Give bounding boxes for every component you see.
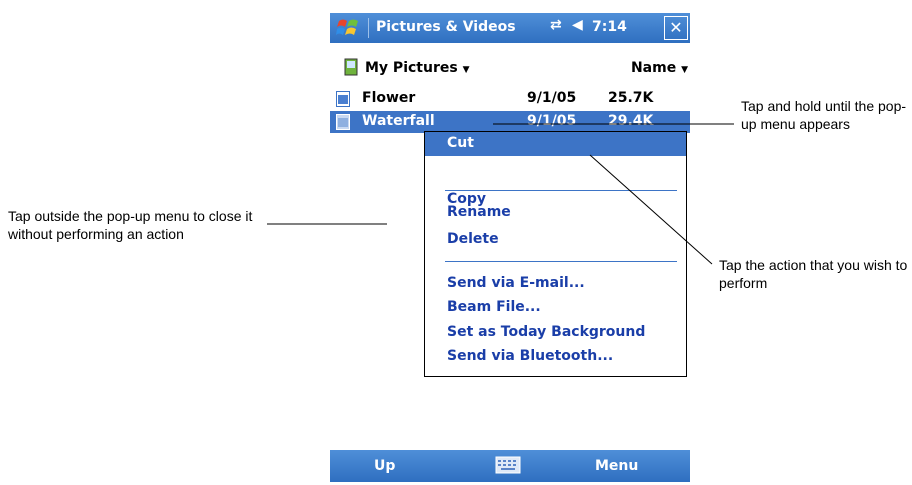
menu-item-set-today-background[interactable]: Set as Today Background <box>425 321 686 345</box>
menu-item-label: Send via Bluetooth... <box>447 348 614 364</box>
file-size: 29.4K <box>608 113 654 129</box>
file-name: Flower <box>362 90 416 106</box>
menu-item-label: Delete <box>447 231 499 247</box>
callout-tap-action: Tap the action that you wish to perform <box>719 257 908 291</box>
menu-separator <box>445 261 677 262</box>
close-button[interactable]: ✕ <box>664 16 688 40</box>
app-title: Pictures & Videos <box>376 19 516 35</box>
menu-item-send-email[interactable]: Send via E-mail... <box>425 272 686 296</box>
up-softkey[interactable]: Up <box>374 458 395 474</box>
folder-name: My Pictures <box>365 60 458 76</box>
file-name: Waterfall <box>362 113 435 129</box>
keyboard-icon[interactable] <box>495 456 521 474</box>
file-size: 25.7K <box>608 90 654 106</box>
menu-separator <box>445 190 677 191</box>
menu-item-cut[interactable]: Cut <box>425 132 686 156</box>
menu-item-delete[interactable]: Delete <box>425 228 686 252</box>
menu-item-label: Send via E-mail... <box>447 275 585 291</box>
title-separator <box>368 18 369 38</box>
image-file-icon <box>336 114 350 130</box>
file-date: 9/1/05 <box>527 113 577 129</box>
menu-item-label: Beam File... <box>447 299 541 315</box>
pocket-pc-screen: Pictures & Videos ⇄ ◀ 7:14 ✕ My Pictures… <box>330 0 690 485</box>
context-menu: Cut Copy Rename Delete Send via E-mail..… <box>424 131 687 377</box>
chevron-down-icon: ▼ <box>681 65 688 75</box>
menu-item-label: Cut <box>447 135 474 151</box>
volume-icon[interactable]: ◀ <box>572 17 583 33</box>
connectivity-icon[interactable]: ⇄ <box>550 17 562 33</box>
callout-tap-outside: Tap outside the pop-up menu to close it … <box>8 208 253 242</box>
sort-dropdown[interactable]: Name ▼ <box>631 60 688 76</box>
folder-dropdown[interactable]: My Pictures ▼ <box>365 60 469 76</box>
sort-label: Name <box>630 60 677 76</box>
softkey-bar: Up Menu <box>330 450 690 482</box>
callout-tap-and-hold: Tap and hold until the pop-up menu appea… <box>741 98 907 132</box>
title-bar: Pictures & Videos ⇄ ◀ 7:14 ✕ <box>330 13 690 43</box>
image-file-icon <box>336 91 350 107</box>
folder-bar: My Pictures ▼ Name ▼ <box>330 53 690 83</box>
pictures-folder-icon <box>344 58 358 76</box>
menu-item-send-bluetooth[interactable]: Send via Bluetooth... <box>425 345 686 369</box>
file-row-flower[interactable]: Flower 9/1/05 25.7K <box>330 88 690 110</box>
windows-start-icon[interactable] <box>336 17 360 39</box>
chevron-down-icon: ▼ <box>462 65 470 75</box>
menu-item-beam-file[interactable]: Beam File... <box>425 296 686 320</box>
menu-softkey[interactable]: Menu <box>595 458 638 474</box>
file-date: 9/1/05 <box>527 90 577 106</box>
clock[interactable]: 7:14 <box>592 19 627 35</box>
menu-item-rename[interactable]: Rename <box>425 201 686 225</box>
menu-item-label: Set as Today Background <box>447 324 646 340</box>
menu-item-label: Rename <box>447 204 511 220</box>
file-row-waterfall[interactable]: Waterfall 9/1/05 29.4K <box>330 111 690 133</box>
